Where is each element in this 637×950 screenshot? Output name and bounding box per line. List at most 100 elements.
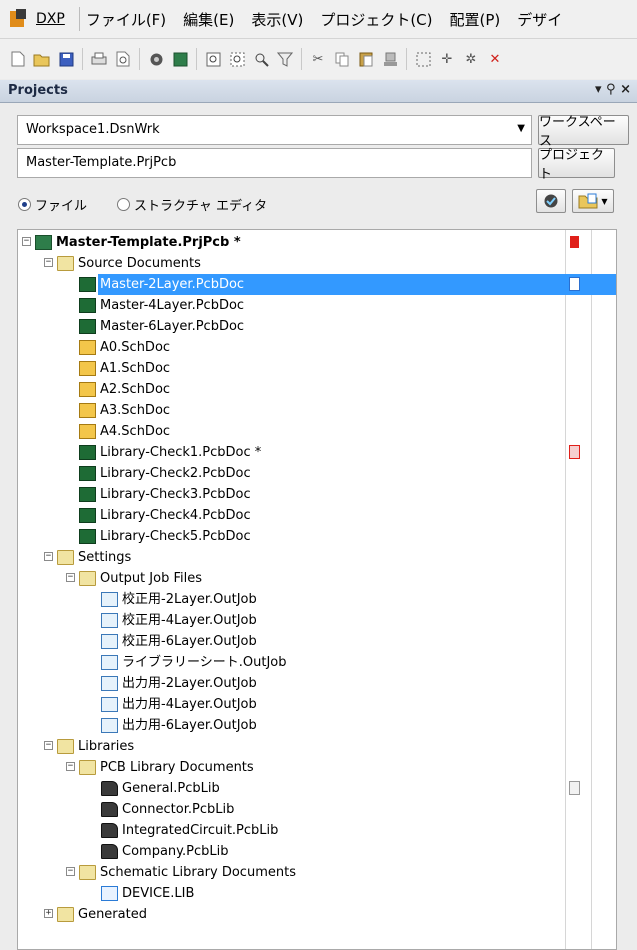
radio-file-view[interactable] bbox=[18, 198, 31, 211]
menu-bar: DXP ファイル(F) 編集(E) 表示(V) プロジェクト(C) 配置(P) … bbox=[0, 0, 637, 39]
tree-row[interactable]: − PCB Library Documents bbox=[18, 757, 616, 778]
tree-row[interactable]: A2.SchDoc bbox=[18, 379, 616, 400]
tree-row[interactable]: Library-Check3.PcbDoc bbox=[18, 484, 616, 505]
print-icon[interactable] bbox=[90, 50, 108, 68]
menu-file[interactable]: ファイル(F) bbox=[86, 9, 166, 30]
tree-row[interactable]: − Settings bbox=[18, 547, 616, 568]
tree-item-label: 校正用-4Layer.OutJob bbox=[122, 613, 257, 628]
copy-icon[interactable] bbox=[333, 50, 351, 68]
open-folder-icon[interactable] bbox=[33, 50, 51, 68]
zoom-area-icon[interactable] bbox=[228, 50, 246, 68]
tree-row[interactable]: − Source Documents bbox=[18, 253, 616, 274]
collapse-icon[interactable]: − bbox=[66, 762, 75, 771]
workspace-button[interactable]: ワークスペース bbox=[538, 115, 629, 149]
tree-row[interactable]: − Output Job Files bbox=[18, 568, 616, 589]
expand-icon[interactable]: + bbox=[44, 909, 53, 918]
new-document-icon[interactable] bbox=[9, 50, 27, 68]
save-icon[interactable] bbox=[57, 50, 75, 68]
output-job-icon bbox=[101, 592, 118, 607]
tree-row[interactable]: 出力用-4Layer.OutJob bbox=[18, 694, 616, 715]
select-area-icon[interactable] bbox=[414, 50, 432, 68]
cut-icon[interactable]: ✂ bbox=[309, 50, 327, 68]
tree-row[interactable]: Library-Check4.PcbDoc bbox=[18, 505, 616, 526]
folder-icon bbox=[57, 907, 74, 922]
workspace-value: Workspace1.DsnWrk bbox=[26, 122, 160, 137]
tree-row[interactable]: Master-2Layer.PcbDoc bbox=[18, 274, 616, 295]
tree-row[interactable]: Master-6Layer.PcbDoc bbox=[18, 316, 616, 337]
zoom-selected-icon[interactable] bbox=[252, 50, 270, 68]
tree-row[interactable]: − Master-Template.PrjPcb * bbox=[18, 232, 616, 253]
tree-row[interactable]: 校正用-2Layer.OutJob bbox=[18, 589, 616, 610]
tree-row[interactable]: Master-4Layer.PcbDoc bbox=[18, 295, 616, 316]
tree-item-label: A2.SchDoc bbox=[100, 382, 171, 397]
tree-row[interactable]: Library-Check5.PcbDoc bbox=[18, 526, 616, 547]
paste-icon[interactable] bbox=[357, 50, 375, 68]
menu-design[interactable]: デザイ bbox=[517, 9, 562, 30]
tree-row[interactable]: A3.SchDoc bbox=[18, 400, 616, 421]
collapse-icon[interactable]: − bbox=[44, 258, 53, 267]
panel-controls[interactable]: ▾ ⚲ × bbox=[595, 82, 631, 97]
tree-item-label: Output Job Files bbox=[100, 571, 202, 586]
tree-item-label: General.PcbLib bbox=[122, 781, 220, 796]
tree-item-label: A3.SchDoc bbox=[100, 403, 171, 418]
tree-row[interactable]: A4.SchDoc bbox=[18, 421, 616, 442]
tree-row[interactable]: + Generated bbox=[18, 904, 616, 925]
tree-row[interactable]: DEVICE.LIB bbox=[18, 883, 616, 904]
tree-item-label: DEVICE.LIB bbox=[122, 886, 195, 901]
tree-row[interactable]: − Libraries bbox=[18, 736, 616, 757]
rubber-stamp-icon[interactable] bbox=[381, 50, 399, 68]
dxp-menu[interactable]: DXP bbox=[0, 0, 73, 38]
project-field[interactable]: Master-Template.PrjPcb bbox=[17, 148, 532, 178]
view-options-button[interactable] bbox=[536, 189, 566, 213]
tree-row[interactable]: Company.PcbLib bbox=[18, 841, 616, 862]
workspace-select[interactable]: Workspace1.DsnWrk ▼ bbox=[17, 115, 532, 145]
menu-view[interactable]: 表示(V) bbox=[251, 9, 303, 30]
folder-icon bbox=[79, 760, 96, 775]
cross-probe-icon[interactable]: ✕ bbox=[486, 50, 504, 68]
toolbar-separator bbox=[196, 48, 197, 70]
collapse-icon[interactable]: − bbox=[44, 552, 53, 561]
tree-row[interactable]: Connector.PcbLib bbox=[18, 799, 616, 820]
tree-row[interactable]: 校正用-6Layer.OutJob bbox=[18, 631, 616, 652]
device-sheet-icon[interactable] bbox=[171, 50, 189, 68]
menu-place[interactable]: 配置(P) bbox=[450, 9, 501, 30]
project-tree[interactable]: − Master-Template.PrjPcb * − Source Documen… bbox=[17, 229, 617, 950]
folder-icon bbox=[57, 550, 74, 565]
menu-edit[interactable]: 編集(E) bbox=[183, 9, 234, 30]
tree-row[interactable]: IntegratedCircuit.PcbLib bbox=[18, 820, 616, 841]
tree-row[interactable]: 出力用-6Layer.OutJob bbox=[18, 715, 616, 736]
project-options-dropdown[interactable]: ▼ bbox=[572, 189, 614, 213]
chevron-down-icon: ▼ bbox=[601, 196, 608, 206]
collapse-icon[interactable]: − bbox=[44, 741, 53, 750]
folder-icon bbox=[57, 739, 74, 754]
zoom-filter-icon[interactable] bbox=[276, 50, 294, 68]
tree-item-label: Company.PcbLib bbox=[122, 844, 229, 859]
tree-row[interactable]: General.PcbLib bbox=[18, 778, 616, 799]
collapse-icon[interactable]: − bbox=[66, 573, 75, 582]
modified-document-icon bbox=[569, 235, 580, 249]
tree-row[interactable]: − Schematic Library Documents bbox=[18, 862, 616, 883]
folder-icon bbox=[57, 256, 74, 271]
tree-row[interactable]: ライブラリーシート.OutJob bbox=[18, 652, 616, 673]
pcb-document-icon bbox=[79, 508, 96, 523]
tree-row[interactable]: 校正用-4Layer.OutJob bbox=[18, 610, 616, 631]
open-project-icon[interactable] bbox=[147, 50, 165, 68]
schematic-library-icon bbox=[101, 886, 118, 901]
collapse-icon[interactable]: − bbox=[66, 867, 75, 876]
modified-document-icon bbox=[569, 277, 580, 291]
dropdown-arrow-icon[interactable]: ▼ bbox=[517, 123, 525, 134]
move-icon[interactable]: ✛ bbox=[438, 50, 456, 68]
radio-structure-editor[interactable] bbox=[117, 198, 131, 211]
print-preview-icon[interactable] bbox=[114, 50, 132, 68]
tree-row[interactable]: Library-Check1.PcbDoc * bbox=[18, 442, 616, 463]
tree-item-label: A1.SchDoc bbox=[100, 361, 171, 376]
collapse-icon[interactable]: − bbox=[22, 237, 31, 246]
tree-row[interactable]: A1.SchDoc bbox=[18, 358, 616, 379]
clear-icon[interactable]: ✲ bbox=[462, 50, 480, 68]
zoom-fit-icon[interactable] bbox=[204, 50, 222, 68]
tree-row[interactable]: 出力用-2Layer.OutJob bbox=[18, 673, 616, 694]
project-button[interactable]: プロジェクト bbox=[538, 148, 615, 182]
menu-project[interactable]: プロジェクト(C) bbox=[320, 9, 432, 30]
tree-row[interactable]: A0.SchDoc bbox=[18, 337, 616, 358]
tree-row[interactable]: Library-Check2.PcbDoc bbox=[18, 463, 616, 484]
